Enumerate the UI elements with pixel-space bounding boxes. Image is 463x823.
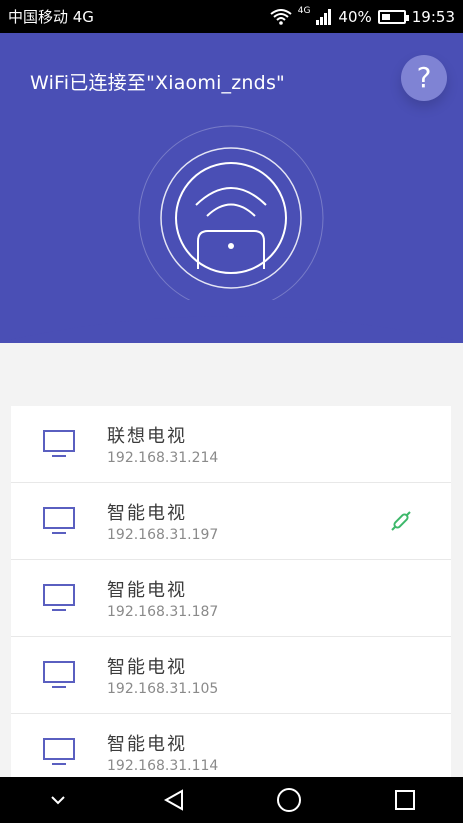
- header-curve: [0, 300, 463, 342]
- header-panel: WiFi已连接至"Xiaomi_znds" ?: [0, 33, 463, 343]
- network-type-label: 4G: [297, 5, 311, 16]
- tv-icon: [43, 507, 75, 534]
- status-bar: 中国移动 4G 4G 40% 19:53: [0, 0, 463, 33]
- device-ip: 192.168.31.105: [107, 681, 219, 697]
- battery-percent: 40%: [338, 7, 372, 26]
- device-name: 智能电视: [107, 734, 187, 755]
- device-list: 联想电视 192.168.31.214 智能电视 192.168.31.197 智能电视…: [11, 406, 451, 791]
- wifi-router-graphic: [138, 125, 324, 311]
- device-name: 联想电视: [107, 426, 187, 447]
- clock: 19:53: [411, 7, 455, 26]
- tv-icon: [43, 738, 75, 765]
- device-row[interactable]: 智能电视 192.168.31.197: [11, 483, 451, 560]
- device-ip: 192.168.31.114: [107, 758, 219, 774]
- back-icon[interactable]: [144, 777, 204, 823]
- device-ip: 192.168.31.187: [107, 604, 219, 620]
- device-name: 智能电视: [107, 503, 187, 524]
- device-row[interactable]: 智能电视 192.168.31.187: [11, 560, 451, 637]
- recents-icon[interactable]: [375, 777, 435, 823]
- tv-icon: [43, 661, 75, 688]
- device-name: 智能电视: [107, 580, 187, 601]
- tv-icon: [43, 584, 75, 611]
- device-row[interactable]: 联想电视 192.168.31.214: [11, 406, 451, 483]
- link-icon[interactable]: [389, 509, 413, 533]
- home-icon[interactable]: [259, 777, 319, 823]
- device-row[interactable]: 智能电视 192.168.31.105: [11, 637, 451, 714]
- battery-icon: [377, 9, 409, 24]
- device-name: 智能电视: [107, 657, 187, 678]
- tv-icon: [43, 430, 75, 457]
- navigation-bar: [0, 777, 463, 823]
- carrier-label: 中国移动 4G: [8, 8, 94, 26]
- cell-signal-icon: [316, 8, 332, 25]
- device-ip: 192.168.31.197: [107, 527, 219, 543]
- wifi-signal-icon: [270, 8, 292, 25]
- chevron-down-icon[interactable]: [28, 777, 88, 823]
- device-ip: 192.168.31.214: [107, 450, 219, 466]
